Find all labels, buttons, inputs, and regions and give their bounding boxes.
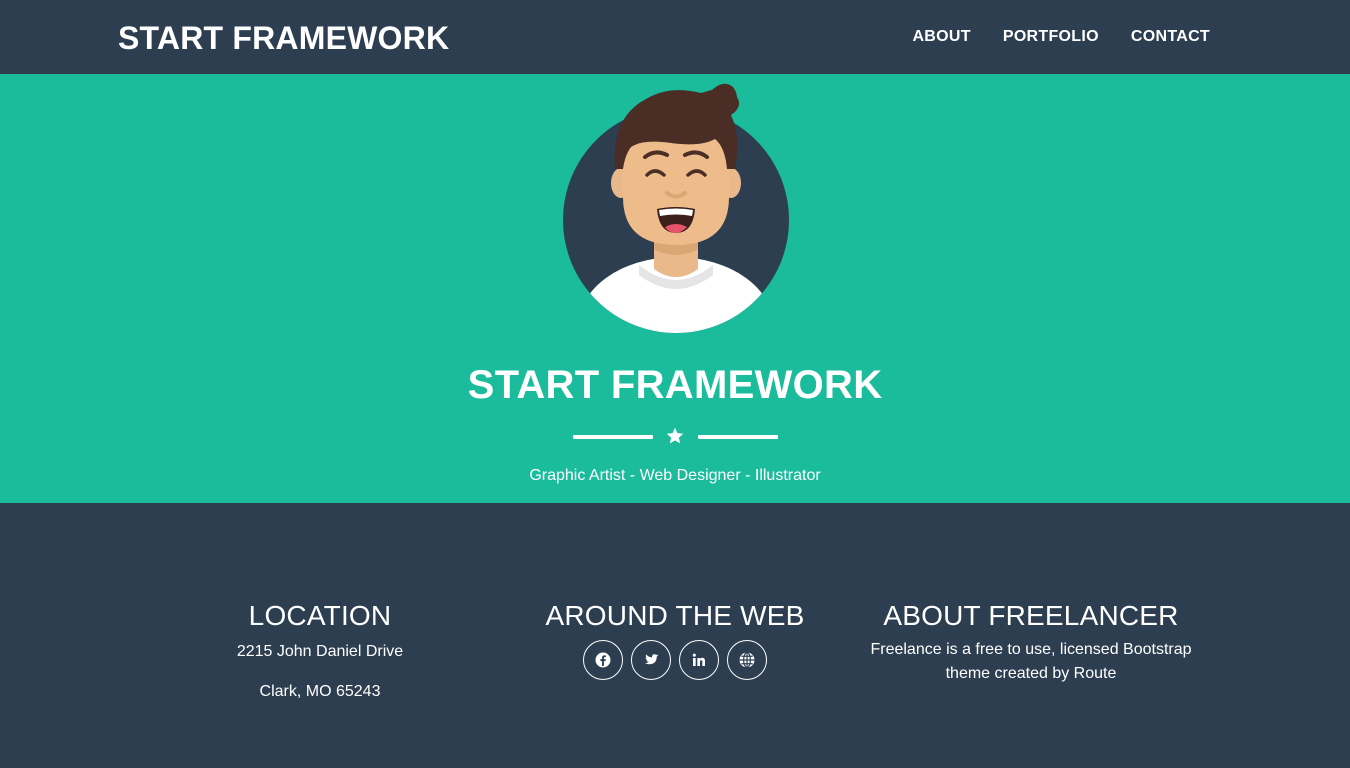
hero-subtitle: Graphic Artist - Web Designer - Illustra…	[529, 467, 821, 484]
nav-link-about[interactable]: ABOUT	[912, 27, 970, 47]
star-divider	[573, 426, 778, 448]
address-line-2: Clark, MO 65243	[259, 683, 381, 700]
divider-line-right	[698, 435, 778, 439]
location-heading: LOCATION	[248, 600, 392, 631]
social-heading: AROUND THE WEB	[545, 600, 805, 631]
twitter-button[interactable]	[631, 640, 671, 680]
brand-link[interactable]: START FRAMEWORK	[118, 18, 449, 58]
about-heading: ABOUT FREELANCER	[883, 600, 1179, 631]
nav-link-contact[interactable]: CONTACT	[1131, 27, 1210, 47]
facebook-icon	[595, 652, 611, 668]
linkedin-button[interactable]	[679, 640, 719, 680]
star-icon	[666, 427, 684, 444]
footer-about: ABOUT FREELANCER Freelance is a free to …	[866, 599, 1196, 686]
twitter-icon	[644, 654, 659, 665]
about-text: Freelance is a free to use, licensed Boo…	[870, 641, 1192, 682]
globe-button[interactable]	[727, 640, 767, 680]
divider-line-left	[573, 435, 653, 439]
footer: LOCATION 2215 John Daniel Drive Clark, M…	[0, 503, 1350, 768]
facebook-button[interactable]	[583, 640, 623, 680]
navbar: START FRAMEWORK ABOUT PORTFOLIO CONTACT	[0, 0, 1350, 74]
hero-title: START FRAMEWORK	[467, 363, 883, 407]
nav-link-portfolio[interactable]: PORTFOLIO	[1003, 27, 1099, 47]
avatar-illustration	[563, 83, 789, 333]
nav-links: ABOUT PORTFOLIO CONTACT	[912, 27, 1210, 47]
hero-section: START FRAMEWORK Graphic Artist - Web Des…	[0, 74, 1350, 503]
globe-icon	[739, 651, 755, 669]
linkedin-icon	[692, 653, 705, 666]
footer-location: LOCATION 2215 John Daniel Drive Clark, M…	[175, 599, 465, 704]
social-links	[530, 640, 820, 680]
address-line-1: 2215 John Daniel Drive	[236, 643, 404, 660]
footer-social: AROUND THE WEB	[530, 599, 820, 680]
